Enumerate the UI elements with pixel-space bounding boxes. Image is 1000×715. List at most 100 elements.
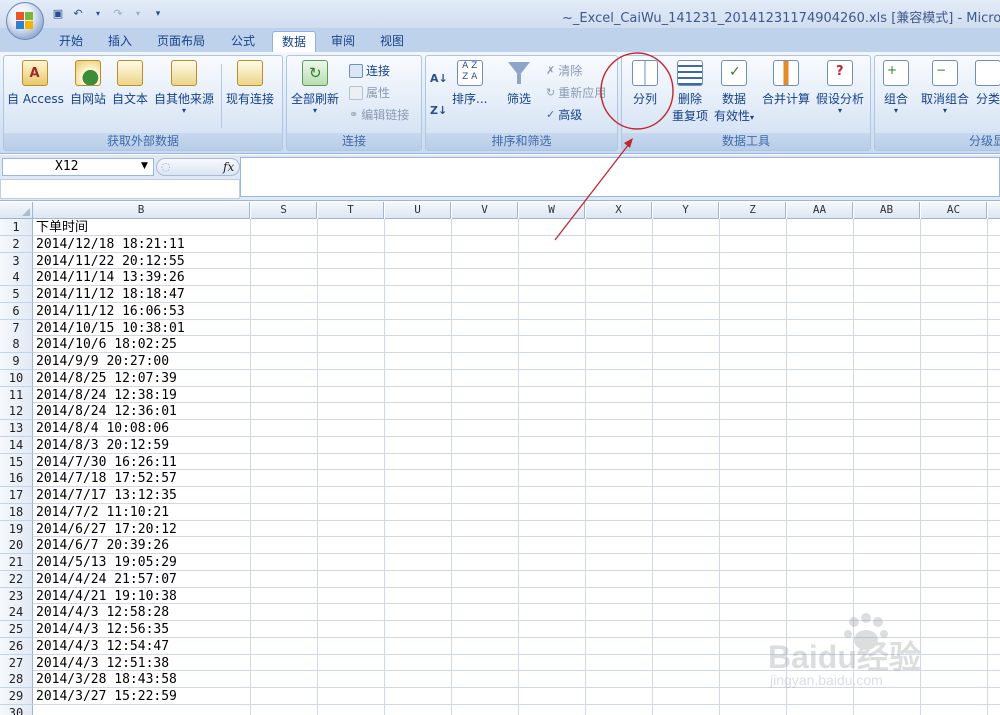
cell-b[interactable]: 下单时间 <box>36 219 88 236</box>
sort-ascending-button[interactable]: A↓ <box>430 72 448 85</box>
column-header[interactable]: T <box>318 202 384 219</box>
from-text-button[interactable]: 自文本 <box>112 60 148 107</box>
column-header[interactable]: V <box>452 202 518 219</box>
cell-b[interactable]: 2014/4/3 12:58:28 <box>36 604 169 621</box>
customize-icon[interactable]: ▾ <box>150 6 166 22</box>
row-header[interactable]: 5 <box>0 286 33 303</box>
expand-icon[interactable]: ◌ <box>161 160 171 173</box>
column-header[interactable]: B <box>33 202 250 219</box>
tab-formulas[interactable]: 公式 <box>222 31 264 52</box>
column-header[interactable]: S <box>251 202 317 219</box>
row-header[interactable]: 13 <box>0 420 33 437</box>
column-header[interactable] <box>988 202 1000 219</box>
row-header[interactable]: 4 <box>0 269 33 287</box>
tab-view[interactable]: 视图 <box>371 31 413 52</box>
cell-b[interactable]: 2014/8/4 10:08:06 <box>36 420 169 437</box>
cell-b[interactable]: 2014/11/14 13:39:26 <box>36 269 185 286</box>
column-header[interactable]: U <box>385 202 451 219</box>
row-header[interactable]: 26 <box>0 637 33 655</box>
formula-input[interactable] <box>240 157 1000 197</box>
row-header[interactable]: 15 <box>0 453 33 471</box>
select-all-corner[interactable] <box>0 202 33 219</box>
row-header[interactable]: 3 <box>0 252 33 270</box>
row-header[interactable]: 18 <box>0 503 33 521</box>
redo-icon[interactable]: ↷ <box>110 6 126 22</box>
row-header[interactable]: 14 <box>0 436 33 454</box>
cell-b[interactable]: 2014/7/18 17:52:57 <box>36 470 177 487</box>
cell-b[interactable]: 2014/8/25 12:07:39 <box>36 370 177 387</box>
cell-b[interactable]: 2014/4/3 12:54:47 <box>36 638 169 655</box>
tab-review[interactable]: 审阅 <box>322 31 364 52</box>
row-header[interactable]: 30 <box>0 704 33 715</box>
group-button[interactable]: + 组合 ▾ <box>883 60 909 115</box>
cell-b[interactable]: 2014/11/22 20:12:55 <box>36 253 185 270</box>
column-header[interactable]: AC <box>921 202 987 219</box>
properties-button[interactable]: 属性 <box>349 84 390 101</box>
cell-b[interactable]: 2014/4/3 12:56:35 <box>36 621 169 638</box>
row-header[interactable]: 29 <box>0 688 33 705</box>
row-header[interactable]: 7 <box>0 319 33 337</box>
row-header[interactable]: 28 <box>0 671 33 689</box>
cell-b[interactable]: 2014/5/13 19:05:29 <box>36 554 177 571</box>
name-box[interactable]: X12 <box>2 158 154 176</box>
row-header[interactable]: 17 <box>0 487 33 504</box>
subtotal-button[interactable]: 分类 <box>975 60 1000 107</box>
save-icon[interactable]: ▣ <box>50 6 66 22</box>
row-header[interactable]: 21 <box>0 554 33 571</box>
row-header[interactable]: 6 <box>0 302 33 320</box>
row-header[interactable]: 10 <box>0 369 33 387</box>
connections-button[interactable]: 连接 <box>349 62 390 79</box>
clear-button[interactable]: ✗ 清除 <box>546 62 582 79</box>
filter-button[interactable]: 筛选 <box>506 60 532 107</box>
from-other-sources-button[interactable]: 自其他来源 ▾ <box>154 60 214 115</box>
office-button[interactable] <box>6 2 44 40</box>
cell-b[interactable]: 2014/8/24 12:36:01 <box>36 403 177 420</box>
cell-b[interactable]: 2014/6/7 20:39:26 <box>36 537 169 554</box>
column-header[interactable]: AA <box>787 202 853 219</box>
edit-links-button[interactable]: ⚭ 编辑链接 <box>349 106 409 123</box>
row-header[interactable]: 1 <box>0 219 33 236</box>
column-header[interactable]: AB <box>854 202 920 219</box>
tab-page-layout[interactable]: 页面布局 <box>148 31 214 52</box>
cell-b[interactable]: 2014/8/3 20:12:59 <box>36 437 169 454</box>
column-header[interactable]: W <box>519 202 585 219</box>
cell-b[interactable]: 2014/9/9 20:27:00 <box>36 353 169 370</box>
cell-b[interactable]: 2014/3/27 15:22:59 <box>36 688 177 705</box>
cell-b[interactable]: 2014/7/17 13:12:35 <box>36 487 177 504</box>
tab-insert[interactable]: 插入 <box>99 31 141 52</box>
remove-duplicates-button[interactable]: 删除 重复项 <box>672 60 708 124</box>
advanced-filter-button[interactable]: ✓ 高级 <box>546 106 582 123</box>
row-header[interactable]: 25 <box>0 621 33 638</box>
undo-icon[interactable]: ↶ <box>70 6 86 22</box>
row-header[interactable]: 2 <box>0 235 33 253</box>
cell-b[interactable]: 2014/12/18 18:21:11 <box>36 236 185 253</box>
cell-b[interactable]: 2014/11/12 16:06:53 <box>36 303 185 320</box>
row-header[interactable]: 22 <box>0 570 33 588</box>
row-header[interactable]: 16 <box>0 470 33 488</box>
row-header[interactable]: 9 <box>0 353 33 370</box>
from-web-button[interactable]: 自网站 <box>70 60 106 107</box>
cell-b[interactable]: 2014/6/27 17:20:12 <box>36 521 177 538</box>
existing-connections-button[interactable]: 现有连接 <box>226 60 274 107</box>
cell-b[interactable]: 2014/7/2 11:10:21 <box>36 504 169 521</box>
consolidate-button[interactable]: 合并计算 <box>762 60 810 107</box>
cell-b[interactable]: 2014/4/24 21:57:07 <box>36 571 177 588</box>
row-header[interactable]: 23 <box>0 587 33 605</box>
refresh-all-button[interactable]: ↻ 全部刷新 ▾ <box>291 60 339 115</box>
sort-button[interactable]: A ZZ A 排序... <box>452 60 487 107</box>
ungroup-button[interactable]: − 取消组合 ▾ <box>921 60 969 115</box>
row-header[interactable]: 8 <box>0 336 33 354</box>
row-header[interactable]: 12 <box>0 403 33 421</box>
cell-b[interactable]: 2014/10/15 10:38:01 <box>36 320 185 337</box>
row-header[interactable]: 19 <box>0 520 33 538</box>
text-to-columns-button[interactable]: 分列 <box>632 60 658 107</box>
chevron-down-icon[interactable]: ▾ <box>90 6 106 22</box>
sort-descending-button[interactable]: Z↓ <box>430 104 447 117</box>
row-header[interactable]: 27 <box>0 654 33 672</box>
cell-b[interactable]: 2014/8/24 12:38:19 <box>36 387 177 404</box>
cell-b[interactable]: 2014/4/21 19:10:38 <box>36 588 177 605</box>
reapply-button[interactable]: ↻ 重新应用 <box>546 84 606 101</box>
tab-home[interactable]: 开始 <box>50 31 92 52</box>
cell-b[interactable]: 2014/10/6 18:02:25 <box>36 336 177 353</box>
cell-b[interactable]: 2014/4/3 12:51:38 <box>36 655 169 672</box>
